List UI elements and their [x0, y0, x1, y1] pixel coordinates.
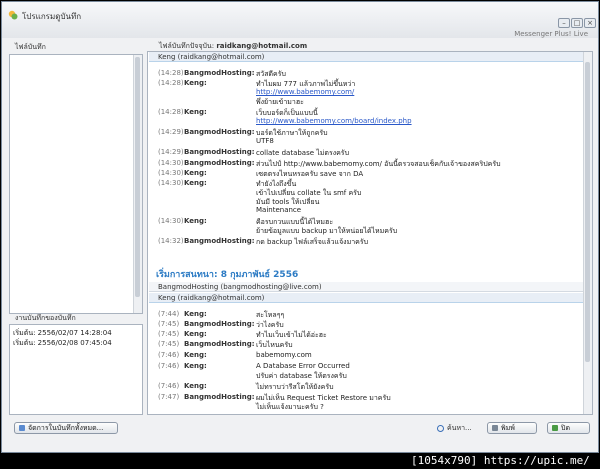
message-sender: BangmodHosting: — [184, 128, 255, 136]
participant-header: Keng (raidkang@hotmail.com) — [149, 293, 585, 303]
message-text: พึ่งย้ายเข้ามาฮะ — [256, 98, 304, 106]
message-sender: Keng: — [184, 330, 207, 338]
message-time: (7:45) — [158, 320, 180, 328]
message-text: UTF8 — [256, 137, 274, 145]
log-files-label: ไฟล์บันทึก — [15, 43, 46, 51]
message-text: collate database ไม่ตรงครับ — [256, 149, 350, 157]
window-title: โปรแกรมดูบันทึก — [22, 12, 82, 21]
session-heading: เริ่มการสนทนา: 8 กุมภาพันธ์ 2556 — [156, 270, 299, 280]
close-icon — [552, 425, 558, 431]
message-sender: Keng: — [184, 179, 207, 187]
conversation-log[interactable]: Keng (raidkang@hotmail.com) (14:28) Bang… — [147, 51, 593, 415]
message-link[interactable]: http://www.babemomy.com/board/index.php — [256, 117, 412, 125]
message-sender: Keng: — [184, 362, 207, 370]
watermark: [1054x790] https://upic.me/ — [411, 454, 590, 467]
message-text: Maintenance — [256, 206, 302, 214]
message-time: (14:30) — [158, 159, 184, 167]
message-sender: BangmodHosting: — [184, 320, 255, 328]
message-time: (14:29) — [158, 128, 184, 136]
participant-header: Keng (raidkang@hotmail.com) — [149, 52, 585, 62]
folder-icon — [19, 425, 25, 431]
printer-icon — [492, 425, 498, 431]
message-time: (7:45) — [158, 330, 180, 338]
message-text: เว็บไหนครับ — [256, 341, 293, 349]
log-files-list[interactable] — [9, 54, 143, 314]
current-log-account: raidkang@hotmail.com — [216, 42, 308, 50]
message-time: (7:45) — [158, 340, 180, 348]
message-sender: BangmodHosting: — [184, 159, 255, 167]
message-sender: Keng: — [184, 217, 207, 225]
participant-header: BangmodHosting (bangmodhosting@live.com) — [149, 282, 585, 292]
message-time: (7:46) — [158, 382, 180, 390]
message-time: (7:47) — [158, 393, 180, 401]
find-link[interactable]: ค้นหา... — [437, 423, 472, 434]
maximize-button[interactable]: □ — [571, 18, 583, 28]
message-time: (7:46) — [158, 362, 180, 370]
app-logo-icon — [8, 10, 18, 20]
message-text: A Database Error Occurred — [256, 362, 350, 370]
close-button[interactable]: ปิด — [547, 422, 590, 434]
message-time: (14:30) — [158, 217, 184, 225]
message-text: ไม่ทราบว่ารีสโตให้ยังครับ — [256, 383, 334, 391]
title-bar[interactable]: โปรแกรมดูบันทึก – □ × Messenger Plus! Li… — [2, 2, 598, 38]
message-time: (14:29) — [158, 148, 184, 156]
left-panel: ไฟล์บันทึก งานบันทึกของบันทึก เริ่มต้น: … — [9, 39, 144, 417]
log-viewer-window: โปรแกรมดูบันทึก – □ × Messenger Plus! Li… — [1, 1, 599, 453]
print-button[interactable]: พิมพ์ — [487, 422, 537, 434]
message-sender: Keng: — [184, 108, 207, 116]
manage-logs-button[interactable]: จัดการในบันทึกทั้งหมด... — [14, 422, 118, 434]
message-link[interactable]: http://www.babemomy.com/ — [256, 88, 354, 96]
message-sender: BangmodHosting: — [184, 69, 255, 77]
message-sender: BangmodHosting: — [184, 148, 255, 156]
message-sender: Keng: — [184, 351, 207, 359]
message-time: (14:28) — [158, 108, 184, 116]
message-sender: Keng: — [184, 382, 207, 390]
close-label: ปิด — [561, 424, 570, 432]
history-item[interactable]: เริ่มต้น: 2556/02/08 07:45:04 — [13, 338, 112, 349]
message-sender: Keng: — [184, 310, 207, 318]
message-text: ย้ายข้อมูลแบบ backup มาให้หน่อยได้ไหมครั… — [256, 227, 398, 235]
current-log-prefix: ไฟล์บันทึกปัจจุบัน: — [159, 42, 215, 50]
message-text: กด backup ไฟล์เสร็จแล้วแจ้งมาครับ — [256, 238, 369, 246]
message-text: ปรับค่า database ให้ตรงครับ — [256, 372, 347, 380]
message-sender: Keng: — [184, 79, 207, 87]
message-time: (7:44) — [158, 310, 180, 318]
message-time: (14:28) — [158, 69, 184, 77]
message-time: (14:32) — [158, 237, 184, 245]
message-time: (14:30) — [158, 169, 184, 177]
message-text: babemomy.com — [256, 351, 312, 359]
log-history-list[interactable]: เริ่มต้น: 2556/02/07 14:28:04 เริ่มต้น: … — [9, 324, 143, 415]
print-label: พิมพ์ — [501, 424, 515, 432]
close-window-button[interactable]: × — [584, 18, 596, 28]
message-text: ไม่เห็นแจ้งมานะครับ ? — [256, 403, 324, 411]
bottom-bar: จัดการในบันทึกทั้งหมด... ค้นหา... พิมพ์ … — [2, 418, 598, 452]
search-icon — [437, 424, 444, 432]
message-sender: BangmodHosting: — [184, 393, 255, 401]
message-sender: BangmodHosting: — [184, 340, 255, 348]
find-label: ค้นหา... — [447, 424, 472, 432]
log-history-label: งานบันทึกของบันทึก — [15, 314, 76, 322]
message-sender: BangmodHosting: — [184, 237, 255, 245]
message-time: (14:28) — [158, 79, 184, 87]
right-panel: ไฟล์บันทึกปัจจุบัน: raidkang@hotmail.com… — [147, 39, 593, 417]
manage-logs-label: จัดการในบันทึกทั้งหมด... — [28, 424, 104, 432]
message-time: (7:46) — [158, 351, 180, 359]
brand-label: Messenger Plus! Live — [514, 30, 588, 38]
minimize-button[interactable]: – — [558, 18, 570, 28]
message-time: (14:30) — [158, 179, 184, 187]
message-sender: Keng: — [184, 169, 207, 177]
log-scrollbar[interactable] — [583, 52, 592, 414]
log-files-scrollbar[interactable] — [133, 55, 142, 313]
